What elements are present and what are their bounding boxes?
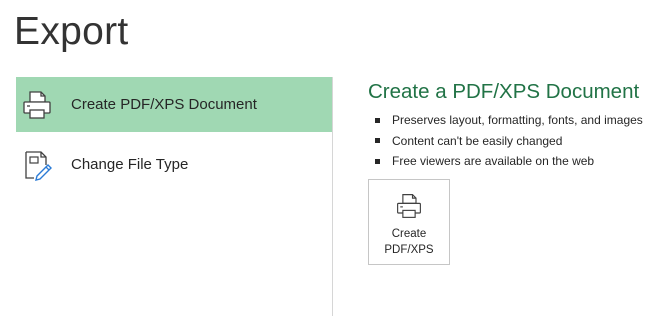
button-label-line: Create [391, 227, 427, 240]
detail-title: Create a PDF/XPS Document [368, 80, 640, 103]
file-edit-icon [20, 148, 54, 182]
printer-document-icon [394, 191, 424, 221]
list-item-text: Content can't be easily changed [392, 133, 563, 148]
bullet-icon [375, 158, 380, 164]
panel-divider [332, 77, 333, 316]
list-item-text: Preserves layout, formatting, fonts, and… [392, 113, 643, 128]
button-label-line: PDF/XPS [384, 243, 434, 256]
bullet-icon [375, 117, 380, 123]
bullet-icon [375, 138, 380, 144]
nav-item-label: Change File Type [71, 156, 189, 173]
printer-document-icon [20, 88, 54, 122]
list-item: Preserves layout, formatting, fonts, and… [368, 110, 663, 131]
nav-item-create-pdf-xps[interactable]: Create PDF/XPS Document [16, 77, 332, 132]
export-options-list: Create PDF/XPS Document Change File Type [16, 77, 332, 192]
feature-list: Preserves layout, formatting, fonts, and… [368, 110, 663, 172]
nav-item-change-file-type[interactable]: Change File Type [16, 137, 332, 192]
list-item-text: Free viewers are available on the web [392, 154, 595, 169]
nav-item-label: Create PDF/XPS Document [71, 96, 257, 113]
list-item: Free viewers are available on the web [368, 151, 663, 172]
create-pdf-xps-button[interactable]: Create PDF/XPS [368, 178, 450, 265]
create-pdf-xps-button-label: Create PDF/XPS [384, 226, 433, 258]
detail-panel: Create a PDF/XPS Document Preserves layo… [368, 80, 663, 265]
list-item: Content can't be easily changed [368, 131, 663, 152]
page-title: Export [14, 10, 129, 53]
